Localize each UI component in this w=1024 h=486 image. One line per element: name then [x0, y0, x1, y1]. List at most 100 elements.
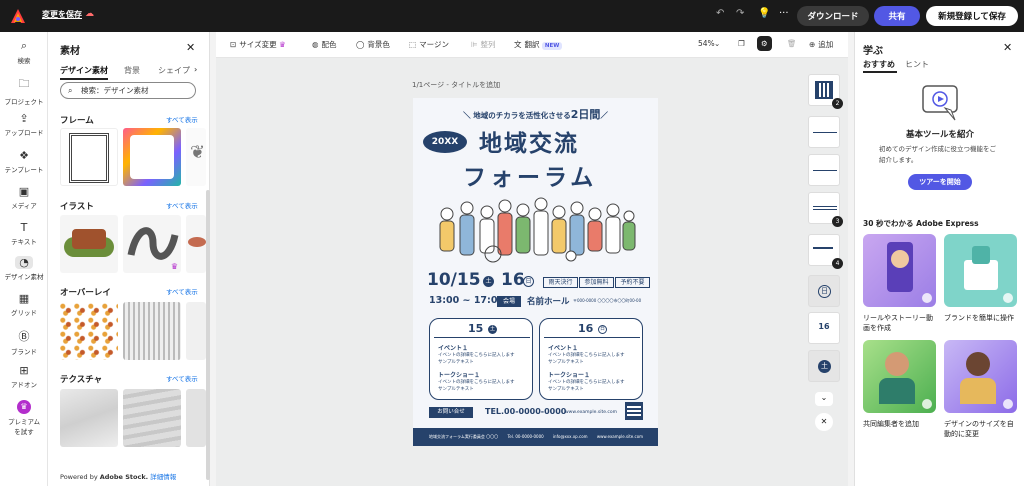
tab-shapes[interactable]: シェイプ: [158, 65, 190, 76]
poster-page[interactable]: ＼ 地域のチカラを活性化させる2日間／ 20XX 地域交流 フォーラム 10/1: [413, 98, 658, 446]
color-tool[interactable]: ◍ 配色: [312, 39, 337, 50]
page-label[interactable]: 1/1ページ - タイトルを追加: [412, 80, 500, 90]
powered-by: Powered by Adobe Stock. 詳細情報: [60, 473, 177, 481]
zoom-level[interactable]: 54%: [698, 39, 715, 48]
illustration-thumb-3[interactable]: [186, 215, 206, 273]
resize-tool[interactable]: ⊡ サイズ変更 ♛: [230, 39, 286, 50]
adjust-icon[interactable]: ⚙: [757, 36, 772, 51]
texture-thumb-3[interactable]: [186, 389, 206, 447]
download-button[interactable]: ダウンロード: [797, 6, 869, 26]
video-thumb-brand[interactable]: [944, 234, 1017, 307]
addon-icon: ⊞: [19, 364, 29, 377]
element-thumb-1[interactable]: 2: [808, 74, 843, 109]
media-icon: ▣: [18, 185, 30, 198]
overlay-thumb-2[interactable]: [123, 302, 181, 360]
rail-projects[interactable]: 🗀 プロジェクト: [0, 75, 48, 106]
frames-see-all-link[interactable]: すべて表示: [166, 114, 198, 124]
element-thumb-2[interactable]: [808, 116, 840, 148]
poster-site: www.example.site.com: [565, 410, 618, 415]
search-input[interactable]: ⌕ 検索：デザイン素材: [60, 82, 196, 99]
template-icon: ❖: [19, 149, 29, 162]
overlays-see-all-link[interactable]: すべて表示: [166, 286, 198, 296]
chevron-right-icon[interactable]: ›: [194, 65, 197, 74]
element-thumb-7[interactable]: 16: [808, 312, 840, 344]
trash-icon[interactable]: 🗑: [787, 39, 797, 48]
tab-tips[interactable]: ヒント: [905, 59, 929, 70]
video-title-brand[interactable]: ブランドを簡単に操作: [944, 313, 1017, 323]
rail-text[interactable]: T テキスト: [0, 221, 48, 246]
element-thumb-4[interactable]: 3: [808, 192, 843, 227]
rail-addons[interactable]: ⊞ アドオン: [0, 364, 48, 389]
learn-section-title: 30 秒でわかる Adobe Express: [863, 219, 979, 228]
shapes-icon: ◔: [15, 256, 33, 269]
expand-down-icon[interactable]: ⌄: [815, 392, 833, 406]
learn-panel: 学ぶ ✕ おすすめ ヒント 基本ツールを紹介 初めてのデザイン作成に役立つ機能を…: [854, 32, 1024, 486]
margin-tool[interactable]: ⬚ マージン: [409, 39, 449, 50]
rail-upload[interactable]: ⇪ アップロード: [0, 112, 48, 137]
rail-design-assets[interactable]: ◔ デザイン素材: [0, 256, 48, 281]
arrange-tool[interactable]: ⊫ 整列: [471, 39, 496, 50]
layers-icon[interactable]: ❐: [738, 39, 745, 48]
video-thumb-reels[interactable]: [863, 234, 936, 307]
rail-templates[interactable]: ❖ テンプレート: [0, 149, 48, 174]
element-thumb-6[interactable]: 日: [808, 275, 840, 307]
overlay-thumb-3[interactable]: [186, 302, 206, 360]
day-card-2: 16 日 イベント１ イベントの詳細をこちらに記入します サンプルテキスト トー…: [539, 318, 643, 400]
frame-thumb-3[interactable]: ❦: [186, 128, 206, 186]
video-title-collab[interactable]: 共同編集者を追加: [863, 419, 936, 429]
video-title-reels[interactable]: リールやストーリー動画を作成: [863, 313, 936, 333]
rail-brand[interactable]: Ⓑ ブランド: [0, 328, 48, 356]
close-icon[interactable]: ✕: [1003, 41, 1012, 54]
start-tour-button[interactable]: ツアーを開始: [908, 174, 972, 190]
adobe-express-logo[interactable]: [10, 8, 26, 24]
bg-color-icon: ◯: [356, 40, 365, 49]
rail-search[interactable]: ⌕ 検索: [0, 39, 48, 65]
rail-premium[interactable]: ♛ プレミアム を試す: [0, 400, 48, 436]
learn-title: 学ぶ: [863, 46, 883, 57]
poster-footer: 地域交流フォーラム実行委員会 〇〇〇 Tel. 00-0000-0000 inf…: [413, 428, 658, 446]
section-frames-title: フレーム: [60, 116, 94, 126]
add-tool[interactable]: ⊕ 追加: [809, 39, 833, 50]
element-thumb-3[interactable]: [808, 154, 840, 186]
texture-thumb-2[interactable]: [123, 389, 181, 447]
year-badge: 20XX: [423, 131, 467, 153]
bg-color-tool[interactable]: ◯ 背景色: [356, 39, 390, 50]
signup-save-button[interactable]: 新規登録して保存: [926, 6, 1018, 26]
rail-media[interactable]: ▣ メディア: [0, 185, 48, 210]
arrange-icon: ⊫: [471, 40, 478, 49]
poster-date-second: 16: [501, 270, 525, 290]
frame-thumb-2[interactable]: [123, 128, 181, 186]
illustration-thumb-2[interactable]: ♛: [123, 215, 181, 273]
poster-tagline: ＼ 地域のチカラを活性化させる2日間／: [463, 108, 608, 121]
video-thumb-collab[interactable]: [863, 340, 936, 413]
translate-tool[interactable]: 文翻訳 NEW: [514, 39, 563, 50]
save-changes-link[interactable]: 変更を保存: [42, 9, 82, 20]
share-button[interactable]: 共有: [874, 6, 920, 26]
more-info-link[interactable]: 詳細情報: [150, 473, 176, 481]
close-icon[interactable]: ✕: [186, 41, 195, 54]
panel-scrollbar[interactable]: [206, 190, 210, 480]
illustrations-see-all-link[interactable]: すべて表示: [166, 200, 198, 210]
frame-thumb-1[interactable]: [60, 128, 118, 186]
tab-recommended[interactable]: おすすめ: [863, 59, 895, 70]
premium-crown-icon: ♛: [278, 40, 286, 49]
texture-thumb-1[interactable]: [60, 389, 118, 447]
more-icon[interactable]: ···: [779, 8, 789, 19]
illustration-thumb-1[interactable]: [60, 215, 118, 273]
chevron-down-icon[interactable]: ⌄: [714, 39, 720, 48]
video-title-resize[interactable]: デザインのサイズを自動的に変更: [944, 419, 1017, 439]
tab-design-assets[interactable]: デザイン素材: [60, 65, 108, 76]
rail-grid[interactable]: ▦ グリッド: [0, 292, 48, 317]
video-thumb-resize[interactable]: [944, 340, 1017, 413]
element-thumb-8[interactable]: 土: [808, 350, 840, 382]
close-thumbs-icon[interactable]: ✕: [815, 413, 833, 431]
lightbulb-icon[interactable]: 💡: [758, 8, 770, 19]
tab-background[interactable]: 背景: [124, 65, 140, 76]
day-card-1: 15 土 イベント１ イベントの詳細をこちらに記入します サンプルテキスト トー…: [429, 318, 533, 400]
textures-see-all-link[interactable]: すべて表示: [166, 373, 198, 383]
overlay-thumb-1[interactable]: [60, 302, 118, 360]
editor-toolbar: ⊡ サイズ変更 ♛ ◍ 配色 ◯ 背景色 ⬚ マージン ⊫ 整列 文翻訳 NEW 54% …: [216, 32, 848, 58]
element-thumb-5[interactable]: 4: [808, 234, 843, 269]
undo-icon[interactable]: ↶: [716, 8, 724, 19]
redo-icon[interactable]: ↷: [736, 8, 744, 19]
